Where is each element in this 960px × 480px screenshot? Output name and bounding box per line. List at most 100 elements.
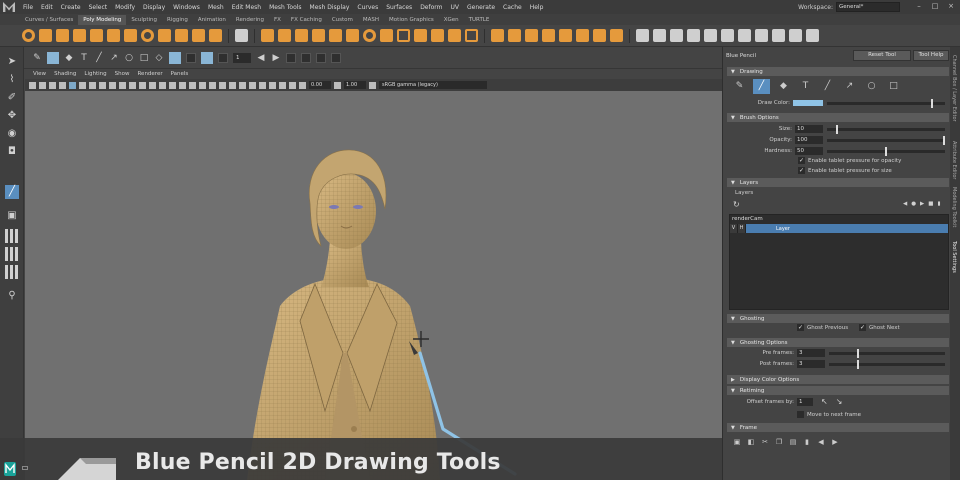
ghost-toggle-icon[interactable] [218, 52, 228, 63]
poly-torus-icon[interactable] [90, 29, 103, 42]
isolate-select-icon[interactable] [259, 81, 266, 89]
offset-frames-field[interactable]: 1 [797, 397, 813, 406]
tab-poly-modeling[interactable]: Poly Modeling [78, 15, 127, 25]
extrude-icon[interactable] [491, 29, 504, 42]
smooth-shade-icon[interactable] [159, 81, 166, 89]
tab-curves-surfaces[interactable]: Curves / Surfaces [20, 15, 78, 25]
menu-edit-mesh[interactable]: Edit Mesh [228, 4, 265, 11]
brush-opacity-slider[interactable] [827, 135, 945, 145]
merge-icon[interactable] [542, 29, 555, 42]
tab-fx[interactable]: FX [269, 15, 286, 25]
color-management-icon[interactable] [369, 81, 376, 89]
ghost-previous-checkbox[interactable]: ✓ [797, 324, 804, 331]
xray-joints-icon[interactable] [279, 81, 286, 89]
smooth-icon[interactable] [295, 29, 308, 42]
menu-curves[interactable]: Curves [353, 4, 382, 11]
tab-fx-caching[interactable]: FX Caching [286, 15, 327, 25]
section-ghosting-options[interactable]: ▼ Ghosting Options [727, 338, 949, 347]
frame-delete-icon[interactable] [331, 52, 341, 63]
menu-modify[interactable]: Modify [111, 4, 139, 11]
snap-toggle-icon[interactable] [201, 51, 213, 64]
side-tab-tool-settings[interactable]: Tool Settings [951, 241, 957, 273]
poly-sphere-icon[interactable] [22, 29, 35, 42]
section-drawing[interactable]: ▼ Drawing [727, 67, 949, 76]
tablet-opacity-checkbox[interactable]: ✓ [798, 157, 805, 164]
menu-help[interactable]: Help [526, 4, 548, 11]
brush-opacity-field[interactable]: 100 [795, 136, 823, 144]
flip-icon[interactable] [755, 29, 768, 42]
layer-delete-panel-icon[interactable]: ▮ [937, 201, 940, 207]
layer-visibility-toggle[interactable]: V [730, 224, 738, 233]
diamond-icon[interactable]: ◇ [154, 53, 164, 63]
paint-select-icon[interactable]: ✐ [5, 91, 19, 105]
side-tab-attribute-editor[interactable]: Attribute Editor [951, 141, 957, 179]
ghost-next-checkbox[interactable]: ✓ [859, 324, 866, 331]
motion-blur-icon[interactable] [229, 81, 236, 89]
tool-help-button[interactable]: Tool Help [913, 50, 949, 61]
blue-pencil-tool-icon[interactable]: ╱ [5, 185, 19, 199]
post-frames-slider[interactable] [829, 359, 945, 369]
vp-menu-view[interactable]: View [29, 71, 50, 77]
camera-attr-icon[interactable] [29, 81, 36, 89]
layer-next-icon[interactable]: ▶ [920, 201, 924, 207]
eraser-icon[interactable]: ◆ [64, 53, 74, 63]
draw-color-slider-knob[interactable] [930, 98, 933, 108]
vp-menu-show[interactable]: Show [111, 71, 134, 77]
scale-tool-icon[interactable]: ◘ [5, 145, 19, 159]
step-forward-icon[interactable]: ▶ [271, 53, 281, 63]
tab-rigging[interactable]: Rigging [162, 15, 193, 25]
layer-add-icon[interactable] [286, 52, 296, 63]
vp-menu-shading[interactable]: Shading [50, 71, 80, 77]
tab-xgen[interactable]: XGen [439, 15, 464, 25]
wireframe-on-shaded-icon[interactable] [179, 81, 186, 89]
default-material-icon[interactable] [169, 81, 176, 89]
tab-animation[interactable]: Animation [193, 15, 231, 25]
field-chart-icon[interactable] [119, 81, 126, 89]
move-tool-icon[interactable]: ✥ [5, 109, 19, 123]
fill-hole-icon[interactable] [397, 29, 410, 42]
ambient-occlusion-icon[interactable] [219, 81, 226, 89]
retime-back-icon[interactable]: ↖ [821, 397, 828, 406]
ellipse-draw-icon[interactable]: ○ [863, 79, 880, 94]
two-view-layout-icon[interactable] [5, 247, 19, 261]
poly-plane-icon[interactable] [107, 29, 120, 42]
offset-edge-loop-icon[interactable] [704, 29, 717, 42]
frame-prev-key-icon[interactable]: ◀ [817, 438, 825, 446]
separate-icon[interactable] [278, 29, 291, 42]
section-brush-options[interactable]: ▼ Brush Options [727, 113, 949, 122]
brush-hardness-field[interactable]: 50 [795, 147, 823, 155]
menu-mesh[interactable]: Mesh [204, 4, 228, 11]
wireframe-icon[interactable] [149, 81, 156, 89]
append-icon[interactable] [559, 29, 572, 42]
vp-menu-lighting[interactable]: Lighting [80, 71, 110, 77]
pencil-icon[interactable]: ✎ [32, 53, 42, 63]
type-text-icon[interactable] [192, 29, 205, 42]
bevel-icon[interactable] [525, 29, 538, 42]
viewport-panel[interactable]: View Shading Lighting Show Renderer Pane… [25, 69, 722, 480]
menu-create[interactable]: Create [57, 4, 85, 11]
poly-cone-icon[interactable] [73, 29, 86, 42]
frame-next-key-icon[interactable]: ▶ [831, 438, 839, 446]
color-swatch-icon[interactable] [169, 51, 181, 64]
menu-deform[interactable]: Deform [416, 4, 446, 11]
poly-disc-icon[interactable] [124, 29, 137, 42]
minimize-icon[interactable]: – [914, 2, 924, 11]
outliner-layout-icon[interactable] [5, 265, 19, 279]
resolution-gate-icon[interactable] [99, 81, 106, 89]
blue-pencil-draw-icon[interactable] [47, 51, 59, 64]
eraser-draw-icon[interactable]: ◆ [775, 79, 792, 94]
brush-size-slider[interactable] [827, 124, 945, 134]
target-weld-icon[interactable] [653, 29, 666, 42]
connect-icon[interactable] [670, 29, 683, 42]
super-shape-icon[interactable] [158, 29, 171, 42]
step-back-icon[interactable]: ◀ [256, 53, 266, 63]
color-space-dropdown[interactable]: sRGB gamma (legacy) [379, 81, 487, 89]
menu-select[interactable]: Select [85, 4, 112, 11]
retopologize-icon[interactable] [346, 29, 359, 42]
frame-add-icon[interactable] [316, 52, 326, 63]
remesh-icon[interactable] [329, 29, 342, 42]
poly-cube-icon[interactable] [39, 29, 52, 42]
ellipse-icon[interactable]: ○ [124, 53, 134, 63]
section-frame[interactable]: ▼ Frame [727, 423, 949, 432]
rotate-tool-icon[interactable]: ◉ [5, 127, 19, 141]
